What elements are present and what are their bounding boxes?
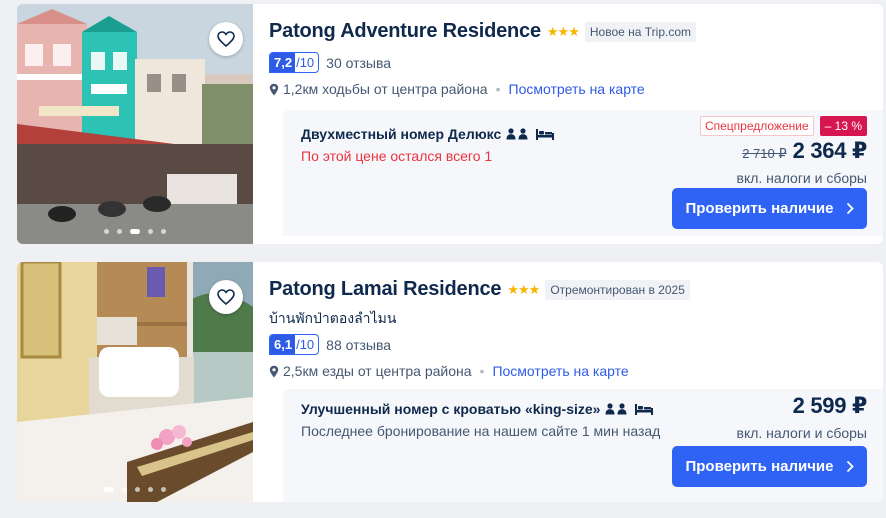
- carousel-dot[interactable]: [161, 487, 166, 492]
- availability-note: По этой цене остался всего 1: [301, 148, 493, 164]
- carousel-dot[interactable]: [130, 229, 140, 234]
- chevron-right-icon: [846, 202, 854, 215]
- old-price: 2 710 ₽: [742, 146, 787, 161]
- photo-carousel-dots[interactable]: [17, 229, 253, 234]
- special-offer-badge: Спецпредложение – 13 %: [699, 116, 867, 136]
- room-offer[interactable]: Улучшенный номер с кроватью «king-size» …: [283, 389, 883, 502]
- hotel-info: Patong Adventure Residence ★★★ Новое на …: [269, 4, 883, 244]
- review-count[interactable]: 88 отзыва: [326, 337, 391, 353]
- bed-icon: [634, 403, 654, 415]
- review-count[interactable]: 30 отзыва: [326, 55, 391, 71]
- location-pin-icon: [269, 365, 279, 378]
- room-name[interactable]: Улучшенный номер с кроватью «king-size»: [301, 401, 600, 417]
- hotel-name[interactable]: Patong Lamai Residence: [269, 278, 502, 301]
- carousel-dot[interactable]: [104, 487, 114, 492]
- last-booking-note: Последнее бронирование на нашем сайте 1 …: [301, 423, 661, 439]
- location-pin-icon: [269, 83, 279, 96]
- carousel-dot[interactable]: [135, 487, 140, 492]
- carousel-dot[interactable]: [122, 487, 127, 492]
- show-on-map-link[interactable]: Посмотреть на карте: [492, 363, 628, 379]
- carousel-dot[interactable]: [148, 487, 153, 492]
- review-score-max: /10: [296, 337, 315, 352]
- chevron-right-icon: [846, 460, 854, 473]
- separator-dot: •: [495, 81, 501, 97]
- two-guests-icon: [605, 403, 629, 415]
- carousel-dot[interactable]: [104, 229, 109, 234]
- taxes-note: вкл. налоги и сборы: [736, 425, 867, 441]
- price: 2 599 ₽: [792, 393, 868, 418]
- hotel-local-name: บ้านพักป่าตองลำไมน: [269, 310, 397, 326]
- taxes-note: вкл. налоги и сборы: [736, 170, 867, 186]
- review-score[interactable]: 7,2/10: [269, 52, 320, 73]
- check-availability-button[interactable]: Проверить наличие: [672, 188, 867, 229]
- hotel-card[interactable]: Patong Lamai Residence ★★★ Отремонтирова…: [17, 262, 883, 502]
- hotel-tag: Новое на Trip.com: [584, 21, 696, 42]
- hotel-card[interactable]: Patong Adventure Residence ★★★ Новое на …: [17, 4, 883, 244]
- review-score[interactable]: 6,1/10: [269, 334, 320, 355]
- check-availability-button[interactable]: Проверить наличие: [672, 446, 867, 487]
- carousel-dot[interactable]: [117, 229, 122, 234]
- price: 2 364 ₽: [792, 138, 868, 163]
- star-rating: ★★★: [546, 23, 580, 39]
- favorite-button[interactable]: [209, 22, 243, 56]
- distance-text: 1,2км ходьбы от центра района: [283, 81, 488, 97]
- photo-carousel-dots[interactable]: [17, 487, 253, 492]
- room-offer[interactable]: Двухместный номер Делюкс По этой цене ос…: [283, 110, 883, 236]
- check-availability-label: Проверить наличие: [685, 458, 834, 475]
- hotel-photo[interactable]: [17, 4, 253, 244]
- review-score-value: 6,1: [270, 335, 296, 354]
- show-on-map-link[interactable]: Посмотреть на карте: [509, 81, 645, 97]
- heart-icon: [217, 289, 235, 305]
- check-availability-label: Проверить наличие: [685, 200, 834, 217]
- favorite-button[interactable]: [209, 280, 243, 314]
- room-name[interactable]: Двухместный номер Делюкс: [301, 126, 501, 142]
- special-offer-label: Спецпредложение: [699, 116, 814, 136]
- two-guests-icon: [506, 128, 530, 140]
- review-score-value: 7,2: [270, 53, 296, 72]
- distance-text: 2,5км езды от центра района: [283, 363, 472, 379]
- heart-icon: [217, 31, 235, 47]
- separator-dot: •: [479, 363, 485, 379]
- hotel-tag: Отремонтирован в 2025: [545, 279, 690, 300]
- carousel-dot[interactable]: [148, 229, 153, 234]
- carousel-dot[interactable]: [161, 229, 166, 234]
- star-rating: ★★★: [507, 281, 540, 297]
- bed-icon: [535, 128, 555, 140]
- discount-badge: – 13 %: [819, 116, 867, 136]
- hotel-photo[interactable]: [17, 262, 253, 502]
- hotel-name[interactable]: Patong Adventure Residence: [269, 20, 541, 43]
- hotel-info: Patong Lamai Residence ★★★ Отремонтирова…: [269, 262, 883, 502]
- review-score-max: /10: [296, 55, 315, 70]
